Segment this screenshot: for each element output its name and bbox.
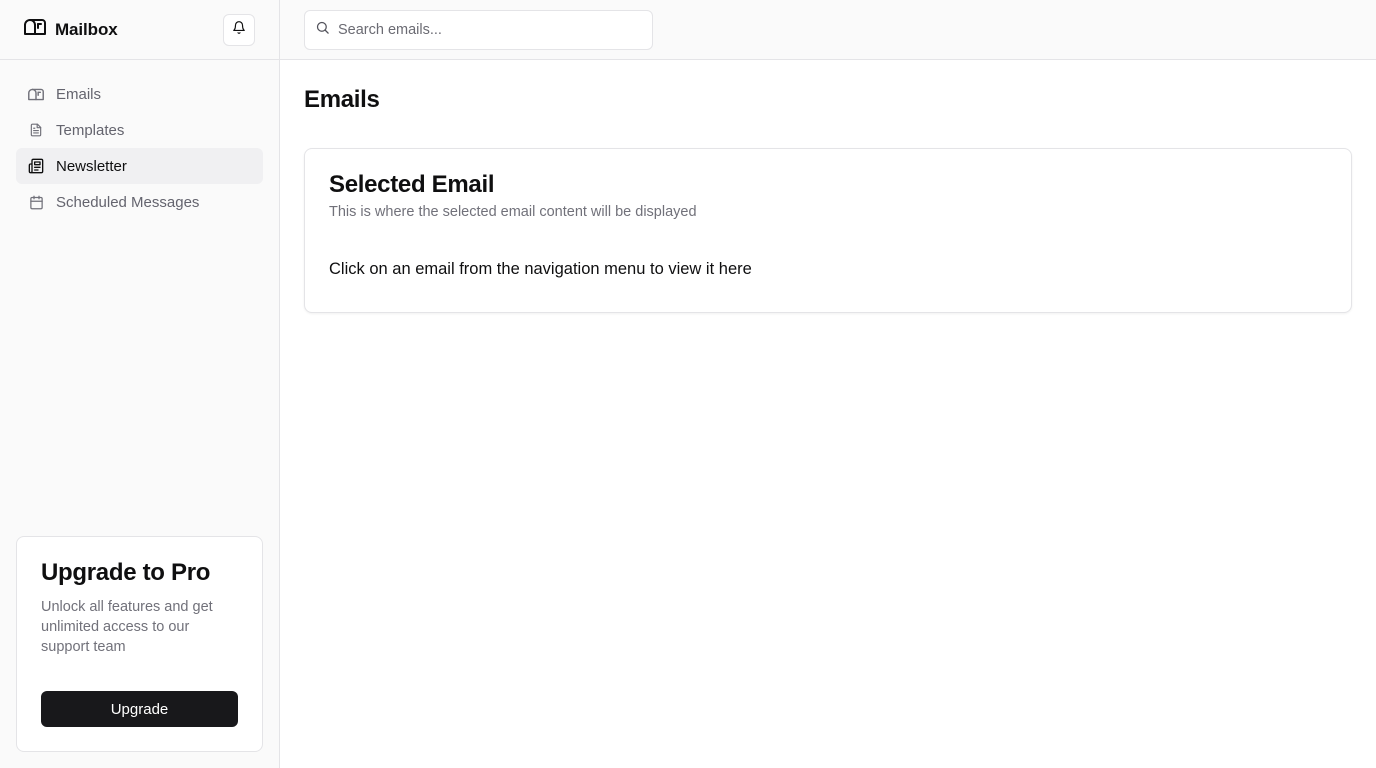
card-title: Selected Email [329,171,495,198]
notifications-button[interactable] [223,13,255,46]
upgrade-card: Upgrade to Pro Unlock all features and g… [16,536,263,752]
selected-email-card: Selected Email This is where the selecte… [304,148,1352,313]
newspaper-icon [28,158,44,174]
page-title: Emails [304,86,380,113]
file-text-icon [28,122,44,138]
search-input[interactable] [338,21,642,38]
search-icon [315,20,330,40]
calendar-icon [28,194,44,210]
sidebar-item-templates[interactable]: Templates [16,112,263,148]
sidebar-item-newsletter[interactable]: Newsletter [16,148,263,184]
sidebar-item-scheduled-messages[interactable]: Scheduled Messages [16,184,263,220]
brand[interactable]: Mailbox [24,18,118,41]
mail-icon [28,86,44,102]
sidebar-nav: Emails Templates Newsletter Scheduled Me… [0,60,279,220]
card-subtitle: This is where the selected email content… [329,204,697,220]
sidebar: Mailbox Emails Templates Newsletter Sche… [0,0,280,768]
upgrade-button[interactable]: Upgrade [41,691,238,727]
sidebar-item-emails[interactable]: Emails [16,76,263,112]
upgrade-title: Upgrade to Pro [41,559,211,586]
bell-icon [232,20,246,40]
sidebar-header: Mailbox [0,0,279,60]
search-box[interactable] [304,9,653,50]
upgrade-description: Unlock all features and get unlimited ac… [41,599,213,655]
card-body: Click on an email from the navigation me… [329,260,752,278]
sidebar-item-label: Scheduled Messages [56,193,200,211]
topbar [280,0,1376,60]
content: Emails Selected Email This is where the … [280,60,1376,339]
sidebar-item-label: Newsletter [56,157,127,175]
brand-name: Mailbox [55,19,118,39]
mailbox-icon [24,18,46,41]
main-area: Emails Selected Email This is where the … [280,0,1376,768]
sidebar-item-label: Emails [56,85,102,103]
sidebar-item-label: Templates [56,121,125,139]
app-root: Mailbox Emails Templates Newsletter Sche… [0,0,1376,768]
